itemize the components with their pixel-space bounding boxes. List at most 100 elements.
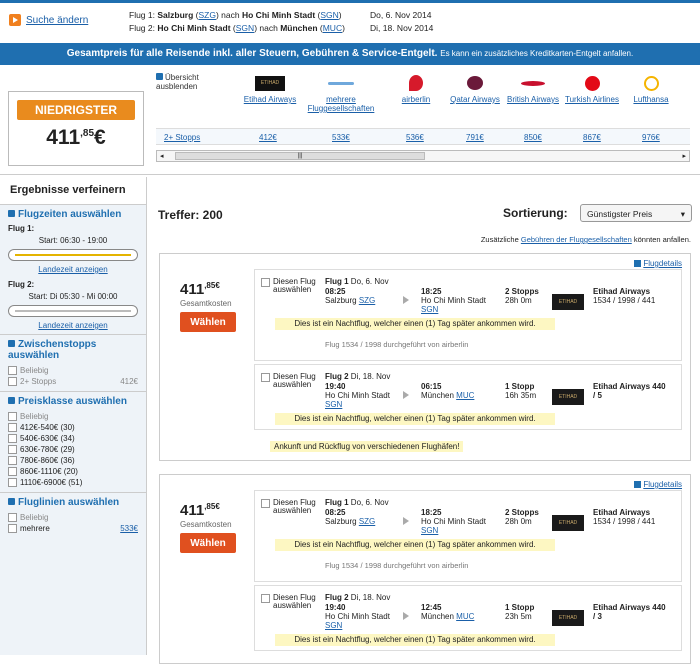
- airline-col-etihad[interactable]: ETIHAD Etihad Airways: [241, 73, 299, 104]
- stops-section: Zwischenstopps auswählen Beliebig 2+ Sto…: [0, 334, 146, 391]
- land-time-link-1[interactable]: Landezeit anzeigen: [38, 265, 107, 274]
- select-flight-checkbox[interactable]: [261, 373, 270, 382]
- matrix-scrollbar[interactable]: ◂ ||| ▸: [156, 150, 690, 162]
- leg-1: Diesen Flug auswählen Flug 1 Do, 6. Nov …: [254, 490, 682, 582]
- price-qatar[interactable]: 791€: [466, 133, 484, 142]
- flight-details-link[interactable]: Flugdetails: [634, 259, 682, 268]
- turkish-logo: [563, 73, 621, 93]
- price-airberlin[interactable]: 536€: [406, 133, 424, 142]
- hide-overview-toggle[interactable]: Übersicht ausblenden: [156, 73, 226, 91]
- price-lufthansa[interactable]: 976€: [642, 133, 660, 142]
- result-price: 411,85€: [180, 502, 220, 519]
- flight1-start-range: Start: 06:30 - 19:00: [38, 236, 108, 245]
- select-flight-checkbox[interactable]: [261, 499, 270, 508]
- flight1-label: Flug 1:: [8, 224, 35, 233]
- arrow-right-icon: [403, 296, 409, 304]
- price-range-checkbox[interactable]: 540€-630€ (34): [8, 433, 138, 444]
- collapse-icon: [156, 73, 163, 80]
- fees-link[interactable]: Gebühren der Fluggesellschaften: [521, 235, 632, 244]
- plane-icon: [306, 73, 376, 93]
- select-flight-label: Diesen Flug auswählen: [273, 277, 316, 294]
- airline-col-lufthansa[interactable]: Lufthansa: [622, 73, 680, 104]
- stops-2plus-checkbox[interactable]: 2+ Stopps 412€: [8, 376, 138, 387]
- airlines-title[interactable]: Fluglinien auswählen: [8, 497, 138, 508]
- etihad-logo: ETIHAD: [552, 610, 584, 626]
- airline-col-british[interactable]: British Airways: [504, 73, 562, 104]
- plus-icon: [634, 481, 642, 489]
- price-class-title[interactable]: Preisklasse auswählen: [8, 396, 138, 407]
- flight2-label: Flug 2:: [8, 280, 35, 289]
- flight2-time-slider[interactable]: [8, 305, 138, 317]
- result-card: Flugdetails 411,85€ Gesamtkosten Wählen …: [159, 253, 691, 461]
- sidebar-title: Ergebnisse verfeinern: [0, 177, 146, 205]
- stops-price-row: 2+ Stopps 412€ 533€ 536€ 791€ 850€ 867€ …: [156, 128, 690, 145]
- flight1-summary: Flug 1: Salzburg (SZG) nach Ho Chi Minh …: [129, 10, 342, 20]
- leg-1: Diesen Flug auswählen Flug 1 Do, 6. Nov …: [254, 269, 682, 361]
- stops-any-checkbox[interactable]: Beliebig: [8, 365, 138, 376]
- airline-col-airberlin[interactable]: airberlin: [387, 73, 445, 104]
- price-turkish[interactable]: 867€: [583, 133, 601, 142]
- results-area: Treffer: 200 Sortierung: Günstigster Pre…: [158, 177, 700, 664]
- price-range-checkbox[interactable]: 860€-1110€ (20): [8, 466, 138, 477]
- collapse-icon: [8, 498, 15, 505]
- price-british[interactable]: 850€: [524, 133, 542, 142]
- select-button[interactable]: Wählen: [180, 312, 236, 332]
- scroll-right-icon[interactable]: ▸: [682, 152, 686, 160]
- change-search[interactable]: Suche ändern: [9, 14, 88, 26]
- lowest-price-box[interactable]: NIEDRIGSTER 411,85€: [8, 91, 144, 166]
- price-etihad[interactable]: 412€: [259, 133, 277, 142]
- leg-2: Diesen Flug auswählen Flug 2 Di, 18. Nov…: [254, 364, 682, 430]
- total-cost-label: Gesamtkosten: [180, 520, 232, 529]
- different-airports-warning: Ankunft und Rückflug von verschiedenen F…: [270, 441, 464, 452]
- operated-by-note: Flug 1534 / 1998 durchgeführt von airber…: [325, 561, 469, 570]
- leg-2: Diesen Flug auswählen Flug 2 Di, 18. Nov…: [254, 585, 682, 651]
- search-summary-header: Suche ändern Flug 1: Salzburg (SZG) nach…: [0, 3, 700, 43]
- result-price: 411,85€: [180, 281, 220, 298]
- airline-col-turkish[interactable]: Turkish Airlines: [563, 73, 621, 104]
- change-search-link[interactable]: Suche ändern: [26, 15, 88, 26]
- price-multiple[interactable]: 533€: [332, 133, 350, 142]
- british-airways-logo: [504, 73, 562, 93]
- price-info-banner: Gesamtpreis für alle Reisende inkl. alle…: [0, 43, 700, 65]
- price-any-checkbox[interactable]: Beliebig: [8, 411, 138, 422]
- lowest-price: 411,85€: [46, 126, 106, 149]
- etihad-logo: ETIHAD: [552, 389, 584, 405]
- price-range-checkbox[interactable]: 412€-540€ (30): [8, 422, 138, 433]
- etihad-logo: ETIHAD: [552, 515, 584, 531]
- select-flight-checkbox[interactable]: [261, 594, 270, 603]
- price-range-checkbox[interactable]: 630€-780€ (29): [8, 444, 138, 455]
- result-card: Flugdetails 411,85€ Gesamtkosten Wählen …: [159, 474, 691, 664]
- select-flight-checkbox[interactable]: [261, 278, 270, 287]
- collapse-icon: [8, 397, 15, 404]
- stops-title[interactable]: Zwischenstopps auswählen: [8, 339, 138, 361]
- price-range-checkbox[interactable]: 780€-860€ (36): [8, 455, 138, 466]
- scroll-thumb[interactable]: |||: [175, 152, 425, 160]
- flight2-summary: Flug 2: Ho Chi Minh Stadt (SGN) nach Mün…: [129, 23, 345, 33]
- scroll-left-icon[interactable]: ◂: [160, 152, 164, 160]
- refine-sidebar: Ergebnisse verfeinern Flugzeiten auswähl…: [0, 177, 147, 655]
- airline-col-multiple[interactable]: mehrere Fluggesellschaften: [306, 73, 376, 113]
- flight-times-section: Flugzeiten auswählen Flug 1: Start: 06:3…: [0, 205, 146, 334]
- flight-details-link[interactable]: Flugdetails: [634, 480, 682, 489]
- night-flight-note: Dies ist ein Nachtflug, welcher einen (1…: [275, 413, 555, 425]
- price-range-checkbox[interactable]: 1110€-6900€ (51): [8, 477, 138, 488]
- hit-count: Treffer: 200: [158, 208, 223, 222]
- land-time-link-2[interactable]: Landezeit anzeigen: [38, 321, 107, 330]
- collapse-icon: [8, 210, 15, 217]
- sort-label: Sortierung:: [503, 206, 568, 220]
- flight1-time-slider[interactable]: [8, 249, 138, 261]
- airline-multiple-checkbox[interactable]: mehrere 533€: [8, 523, 138, 534]
- price-class-section: Preisklasse auswählen Beliebig 412€-540€…: [0, 391, 146, 492]
- operated-by-note: Flug 1534 / 1998 durchgeführt von airber…: [325, 340, 469, 349]
- lowest-label: NIEDRIGSTER: [17, 100, 135, 120]
- sort-select[interactable]: Günstigster Preis ▾: [580, 204, 692, 222]
- airlines-any-checkbox[interactable]: Beliebig: [8, 512, 138, 523]
- flight-times-title[interactable]: Flugzeiten auswählen: [8, 209, 138, 220]
- night-flight-note: Dies ist ein Nachtflug, welcher einen (1…: [275, 539, 555, 551]
- select-button[interactable]: Wählen: [180, 533, 236, 553]
- night-flight-note: Dies ist ein Nachtflug, welcher einen (1…: [275, 634, 555, 646]
- airline-col-qatar[interactable]: Qatar Airways: [446, 73, 504, 104]
- arrow-right-icon: [403, 612, 409, 620]
- stops-row-label[interactable]: 2+ Stopps: [164, 133, 200, 142]
- arrow-right-icon: [9, 14, 21, 26]
